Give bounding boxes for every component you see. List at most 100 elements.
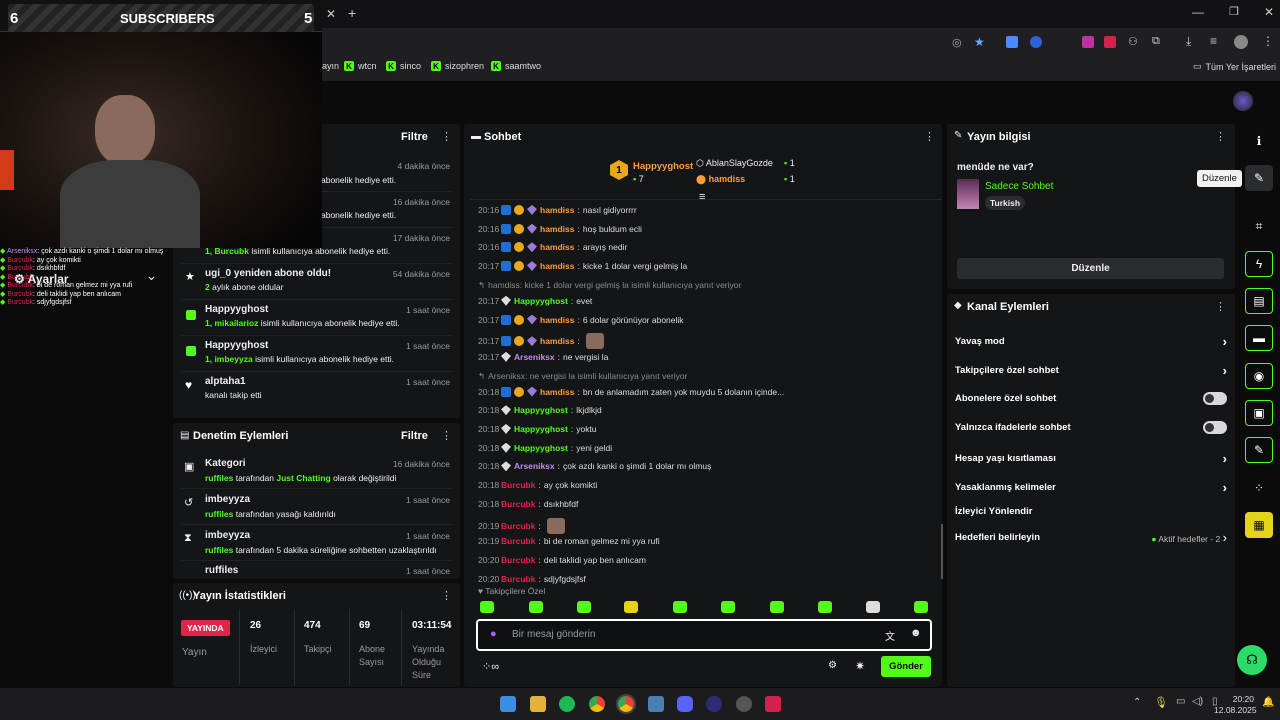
app-icon[interactable]	[648, 696, 664, 712]
emote-icon[interactable]	[866, 601, 880, 613]
chat-message[interactable]: 20:18 Arseniksx: çok azdı kanki o şimdi 1 …	[478, 461, 936, 472]
goals-row[interactable]: Hedefleri belirleyin ● Aktif hedefler - 2…	[955, 530, 1227, 545]
message-username[interactable]: Burcubk	[501, 536, 535, 546]
chat-message[interactable]: 20:19 Burcubk:	[478, 517, 936, 534]
emote-icon[interactable]	[770, 601, 784, 613]
more-options-icon[interactable]: ⋮	[441, 429, 452, 442]
bookmark-star-icon[interactable]: ★	[974, 35, 985, 49]
wrench-widget-icon[interactable]: ✎	[1245, 437, 1273, 463]
lightning-icon[interactable]: ϟ	[1245, 251, 1273, 277]
top-gifter-name[interactable]: Happyyghost	[633, 161, 693, 172]
user-avatar[interactable]	[1233, 91, 1253, 111]
message-username[interactable]: Happyyghost	[514, 296, 568, 306]
activity-title[interactable]: Happyyghost	[205, 340, 268, 351]
emote-icon[interactable]	[624, 601, 638, 613]
chat-widget-icon[interactable]: ▬	[1245, 325, 1273, 351]
tag-chip[interactable]: Turkish	[985, 196, 1026, 210]
moderation-widget-icon[interactable]: ▣	[1245, 400, 1273, 426]
message-username[interactable]: hamdiss	[540, 224, 575, 234]
rewards-icon[interactable]: ✷	[855, 659, 865, 673]
translate-icon[interactable]: 文	[885, 628, 895, 643]
chat-message[interactable]: 20:16 hamdiss: nasıl gidiyorrrr	[478, 205, 936, 215]
microphone-icon[interactable]: 🎙	[1154, 696, 1168, 709]
message-username[interactable]: hamdiss	[540, 242, 575, 252]
reading-list-icon[interactable]: ≡	[1210, 34, 1217, 48]
more-options-icon[interactable]: ⋮	[1215, 300, 1226, 313]
send-button[interactable]: Gönder	[881, 656, 931, 677]
edit-stream-button[interactable]: Düzenle	[957, 258, 1224, 279]
message-username[interactable]: hamdiss	[540, 261, 575, 271]
bookmark-item[interactable]: ayın	[322, 61, 339, 71]
message-username[interactable]: Burcubk	[501, 499, 535, 509]
moderator-name[interactable]: ruffiles	[205, 545, 233, 555]
eye-off-icon[interactable]: ◎	[952, 36, 962, 49]
chat-message[interactable]: 20:17 hamdiss:	[478, 333, 936, 350]
chat-message[interactable]: 20:18 Happyyghost: yeni geldi	[478, 442, 936, 453]
emote-icon[interactable]	[721, 601, 735, 613]
overlay-settings[interactable]: ⚙ Ayarlar	[14, 272, 69, 286]
bookmark-item[interactable]: Ksizophren	[431, 61, 484, 71]
emote-icon[interactable]	[914, 601, 928, 613]
extension-icon[interactable]	[1104, 36, 1116, 48]
chat-message[interactable]: 20:16 hamdiss: hoş buldum ecli	[478, 223, 936, 234]
banned-words-row[interactable]: Yasaklanmış kelimeler ›	[955, 480, 1227, 495]
chat-message[interactable]: 20:18 Happyyghost: yoktu	[478, 424, 936, 434]
chat-message[interactable]: 20:17 Happyyghost: evet	[478, 295, 936, 306]
more-options-icon[interactable]: ⋮	[441, 130, 452, 143]
broadcast-widget-icon[interactable]: ◉	[1245, 363, 1273, 389]
address-bar[interactable]: ◎ ★ ⚇ ⧉ ⤓ ≡ ⋮	[322, 30, 1280, 56]
age-limit-row[interactable]: Hesap yaşı kısıtlaması ›	[955, 451, 1227, 466]
focus-icon[interactable]: ⌗	[1245, 213, 1273, 239]
start-icon[interactable]	[500, 696, 516, 712]
support-icon[interactable]: ☊	[1237, 645, 1267, 675]
chat-message[interactable]: 20:18 Burcubk: dsıkhbfdf	[478, 499, 936, 509]
subs-chat-toggle[interactable]	[1203, 392, 1227, 405]
reply-context[interactable]: ↰ hamdiss: kicke 1 dolar vergi gelmiş la…	[478, 280, 936, 291]
extension-icon[interactable]	[1006, 36, 1018, 48]
reply-context[interactable]: ↰ Arseniksx: ne vergisi la isimli kullan…	[478, 371, 936, 382]
file-explorer-icon[interactable]	[530, 696, 546, 712]
message-username[interactable]: Arseniksx	[514, 461, 555, 471]
activity-title[interactable]: Happyyghost	[205, 304, 268, 315]
emote-icon[interactable]	[818, 601, 832, 613]
message-username[interactable]: Burcubk	[501, 480, 535, 490]
emote-icon[interactable]	[577, 601, 591, 613]
bookmark-item[interactable]: Kwtcn	[344, 61, 377, 71]
clips-icon[interactable]: ▦	[1245, 512, 1273, 538]
moderation-item-title[interactable]: ruffiles	[205, 565, 238, 576]
gifter-name[interactable]: AblanSlayGozde	[706, 158, 773, 168]
followers-chat-row[interactable]: Takipçilere özel sohbet ›	[955, 363, 1227, 378]
more-options-icon[interactable]: ⋮	[1215, 130, 1226, 143]
chevron-down-icon[interactable]: ⌄	[146, 268, 157, 284]
message-username[interactable]: hamdiss	[540, 336, 575, 346]
chat-message[interactable]: 20:17 hamdiss:6 dolar görünüyor abonelik	[478, 314, 936, 325]
chat-input[interactable]: ● Bir mesaj gönderin 文 ☻	[476, 619, 932, 651]
moderation-filter-button[interactable]: Filtre	[401, 430, 428, 442]
emote-icon[interactable]	[673, 601, 687, 613]
extension-icon[interactable]: ⚇	[1128, 35, 1138, 48]
category-thumbnail[interactable]	[957, 179, 979, 209]
message-username[interactable]: Burcubk	[501, 521, 535, 531]
chat-message[interactable]: 20:17 hamdiss: kicke 1 dolar vergi gelmiş …	[478, 261, 936, 272]
chat-message[interactable]: 20:16 hamdiss: arayış nedir	[478, 242, 936, 253]
app-icon[interactable]	[736, 696, 752, 712]
chat-message-list[interactable]: 20:16 hamdiss: nasıl gidiyorrrr 20:16 hamdis…	[464, 201, 942, 584]
discord-icon[interactable]	[677, 696, 693, 712]
activity-filter-button[interactable]: Filtre	[401, 131, 428, 143]
settings-icon[interactable]: ⚙	[828, 660, 837, 671]
browser-menu-icon[interactable]: ⋮	[1262, 34, 1274, 48]
minimize-icon[interactable]: —	[1192, 5, 1204, 19]
chat-message[interactable]: 20:18 Happyyghost: lkjdlkjd	[478, 405, 936, 416]
download-icon[interactable]: ⤓	[1186, 34, 1191, 49]
message-username[interactable]: Happyyghost	[514, 424, 568, 434]
message-username[interactable]: Burcubk	[501, 574, 535, 584]
moderator-name[interactable]: ruffiles	[205, 509, 233, 519]
edit-icon[interactable]: ✎	[1245, 165, 1273, 191]
clock-time[interactable]: 20:20	[1232, 694, 1254, 704]
notes-icon[interactable]: ▤	[1245, 288, 1273, 314]
clock-date[interactable]: 12.08.2025	[1214, 705, 1257, 715]
network-icon[interactable]: ▭	[1176, 696, 1185, 707]
more-options-icon[interactable]: ⋮	[924, 130, 935, 143]
chat-message[interactable]: 20:19 Burcubk: bi de roman gelmez mi yya r…	[478, 536, 936, 546]
redirect-row[interactable]: İzleyici Yönlendir	[955, 506, 1227, 517]
